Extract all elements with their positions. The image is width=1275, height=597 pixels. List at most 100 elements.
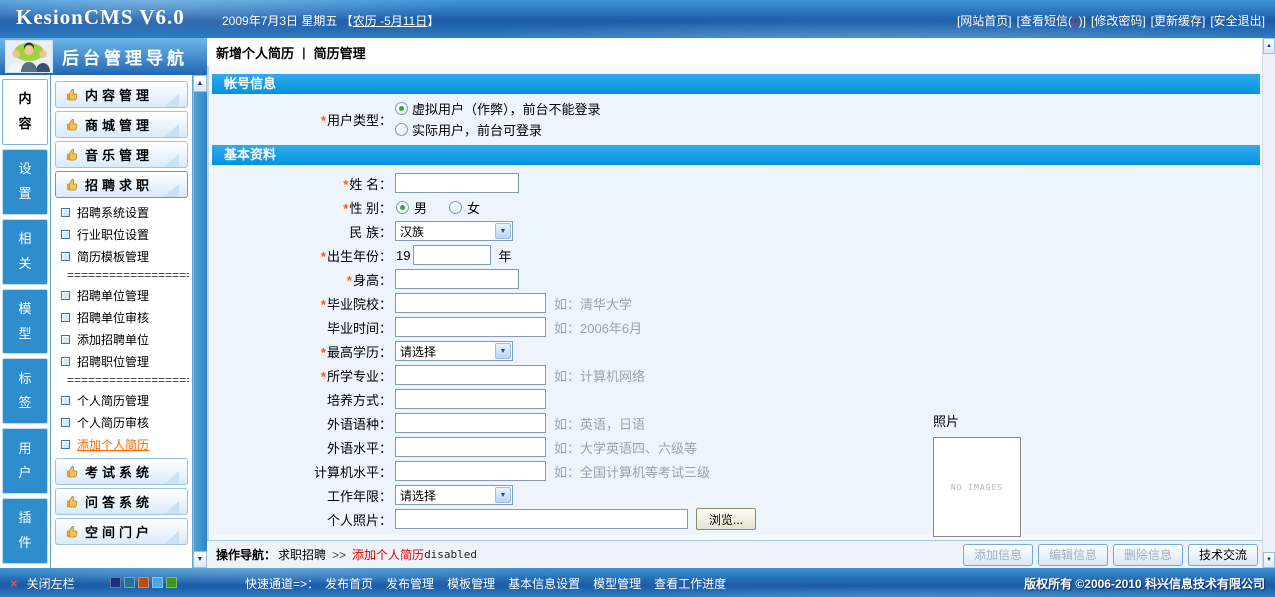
palette-square[interactable] [166,577,177,588]
sidebar-item[interactable]: 招聘单位审核 [54,306,189,328]
sidebar-item[interactable]: 个人简历审核 [54,411,189,433]
chevron-down-icon[interactable]: ▼ [495,343,511,359]
radio-icon[interactable] [395,123,408,136]
topbar-link[interactable]: [更新缓存] [1151,14,1206,28]
text-input[interactable] [395,293,546,313]
palette-square[interactable] [152,577,163,588]
sidebar-item[interactable]: 简历模板管理 [54,245,189,267]
text-input[interactable] [395,173,519,193]
topbar-link[interactable]: [网站首页] [957,14,1012,28]
select-box[interactable]: 请选择▼ [395,341,513,361]
year-input[interactable] [413,245,491,265]
sidebar-menu-button[interactable]: 商城管理 [55,111,188,138]
sidebar-scrollbar[interactable]: ▲ ▼ [193,75,207,568]
main-scrollbar-track[interactable] [1263,54,1275,552]
sidebar-tab[interactable]: 相关 [2,219,48,285]
sidebar-tab-label: 设置 [18,157,33,206]
file-path-input[interactable] [395,509,688,529]
radio-icon[interactable] [395,102,408,115]
tab-resume-management[interactable]: 简历管理 [314,43,366,62]
main-scroll-up-button[interactable]: ▲ [1263,38,1275,54]
field-label: *性 别： [212,198,392,217]
sidebar-menu-button[interactable]: 考试系统 [55,458,188,485]
opbar-current-link[interactable]: 添加个人简历 [352,546,424,563]
opbar-button[interactable]: 删除信息 [1113,544,1183,566]
palette-square[interactable] [110,577,121,588]
opbar-button[interactable]: 编辑信息 [1038,544,1108,566]
main-scrollbar[interactable]: ▲ ▼ [1262,38,1275,568]
label-colon: ： [379,177,392,192]
chevron-down-icon[interactable]: ▼ [495,487,511,503]
sidebar-menu-button[interactable]: 内容管理 [55,81,188,108]
sidebar-menu-button[interactable]: 空间门户 [55,518,188,545]
main-scroll-down-button[interactable]: ▼ [1263,552,1275,568]
sidebar-item[interactable]: 招聘系统设置 [54,201,189,223]
text-input[interactable] [395,413,546,433]
sidebar-item[interactable]: 添加个人简历 [54,433,189,455]
section-header-basic: 基本资料 [212,145,1260,165]
quick-link[interactable]: 查看工作进度 [654,577,726,591]
lunar-date-link[interactable]: 农历 -5月11日 [353,14,427,28]
opbar-button[interactable]: 添加信息 [963,544,1033,566]
text-input[interactable] [395,365,546,385]
sidebar-item-label: 个人简历审核 [77,414,149,431]
message-count: 0 [1072,14,1079,28]
sidebar-tab[interactable]: 设置 [2,149,48,215]
opbar-state-text: disabled [424,548,477,561]
sidebar-tab[interactable]: 模型 [2,289,48,355]
sidebar-menu-button[interactable]: 音乐管理 [55,141,188,168]
form-area: 帐号信息 *用户类型： 虚拟用户（作弊），前台不能登录实际用户，前台可登录 基本… [207,66,1262,540]
browse-button[interactable]: 浏览... [696,508,756,530]
sidebar-tab[interactable]: 内容 [2,79,48,145]
topbar-link[interactable]: [修改密码] [1091,14,1146,28]
form-row: *性 别：男女 [212,195,1260,219]
quick-links: 发布首页发布管理模板管理基本信息设置模型管理查看工作进度 [325,577,739,591]
text-input[interactable] [395,461,546,481]
sidebar-item[interactable]: 个人简历管理 [54,389,189,411]
operation-bar: 操作导航： 求职招聘 >> 添加个人简历 disabled 添加信息编辑信息删除… [207,540,1262,568]
field-hint: 如：清华大学 [554,294,632,313]
sidebar-item[interactable]: 招聘职位管理 [54,350,189,372]
select-box[interactable]: 请选择▼ [395,485,513,505]
theme-palette [110,577,177,588]
sidebar-item[interactable]: 添加招聘单位 [54,328,189,350]
radio-icon[interactable] [396,201,409,214]
quick-link[interactable]: 模板管理 [447,577,495,591]
sidebar-menu-button[interactable]: 问答系统 [55,488,188,515]
sidebar-menu-button[interactable]: 招聘求职 [55,171,188,198]
topbar-link[interactable]: [查看短信(0)] [1017,14,1086,28]
scrollbar-thumb[interactable] [193,92,207,551]
tab-add-resume[interactable]: 新增个人简历 [216,43,294,62]
quick-link[interactable]: 发布管理 [386,577,434,591]
topbar-link[interactable]: [安全退出] [1210,14,1265,28]
scroll-down-button[interactable]: ▼ [193,551,207,568]
text-input[interactable] [395,317,546,337]
close-left-panel[interactable]: × 关闭左栏 [10,575,75,592]
sidebar-item[interactable]: 招聘单位管理 [54,284,189,306]
quick-link[interactable]: 基本信息设置 [508,577,580,591]
opbar-button[interactable]: 技术交流 [1188,544,1258,566]
text-input[interactable] [395,269,519,289]
text-input[interactable] [395,389,546,409]
quick-link[interactable]: 模型管理 [593,577,641,591]
radio-option[interactable]: 虚拟用户（作弊），前台不能登录 [395,99,601,118]
footer: × 关闭左栏 快速通道=>：发布首页发布管理模板管理基本信息设置模型管理查看工作… [0,568,1275,597]
close-icon[interactable]: × [10,576,18,591]
radio-icon[interactable] [449,201,462,214]
select-box[interactable]: 汉族▼ [395,221,513,241]
quick-link[interactable]: 发布首页 [325,577,373,591]
sidebar-item[interactable]: 行业职位设置 [54,223,189,245]
sidebar-tab[interactable]: 标签 [2,358,48,424]
sidebar-tab[interactable]: 插件 [2,498,48,564]
sidebar-tab[interactable]: 用户 [2,428,48,494]
label-text: 所学专业 [327,369,379,384]
label-colon: ： [379,417,392,432]
form-row: 计算机水平：如：全国计算机等考试三级 [212,459,1260,483]
chevron-down-icon[interactable]: ▼ [495,223,511,239]
radio-option[interactable]: 实际用户，前台可登录 [395,120,601,139]
palette-square[interactable] [124,577,135,588]
text-input[interactable] [395,437,546,457]
scroll-up-button[interactable]: ▲ [193,75,207,92]
palette-square[interactable] [138,577,149,588]
field-hint: 如：全国计算机等考试三级 [554,462,710,481]
